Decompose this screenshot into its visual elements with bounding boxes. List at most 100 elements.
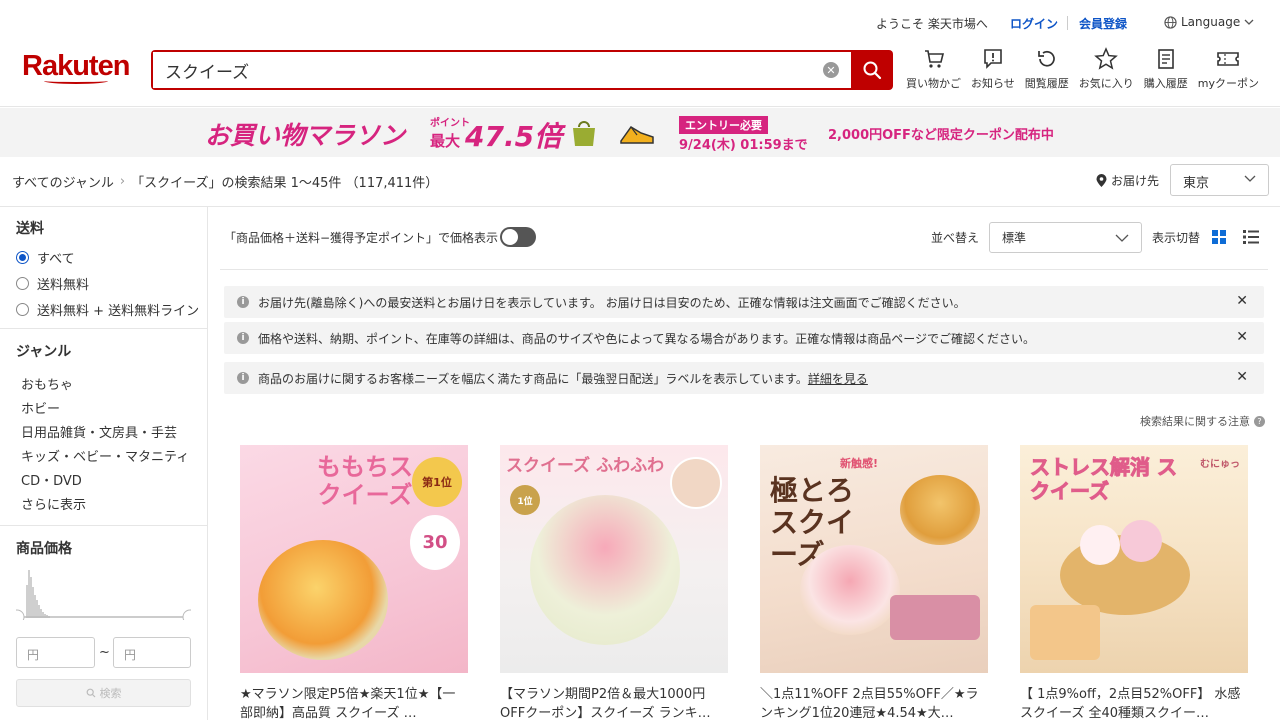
receipt-icon bbox=[1157, 49, 1174, 69]
login-link[interactable]: ログイン bbox=[1010, 15, 1058, 32]
caution-text: 検索結果に関する注意 bbox=[1140, 415, 1250, 428]
language-label: Language bbox=[1181, 15, 1241, 29]
help-icon: ? bbox=[1254, 415, 1265, 427]
info-icon: i bbox=[237, 332, 249, 344]
sidebar-divider bbox=[0, 525, 207, 526]
search-input[interactable] bbox=[153, 52, 793, 88]
banner-rate: 47.5倍 bbox=[465, 120, 563, 153]
nav-label: お知らせ bbox=[971, 77, 1015, 90]
product-card[interactable]: ストレス解消 スクイーズ むにゅっ 【 1点9%off，2点目52%OFF】 水… bbox=[1020, 445, 1248, 720]
chevron-down-icon bbox=[1115, 234, 1129, 242]
radio-checked[interactable] bbox=[16, 251, 29, 264]
range-handle-max[interactable] bbox=[182, 609, 191, 620]
close-icon[interactable]: ✕ bbox=[1236, 329, 1248, 345]
bun-illustration bbox=[1080, 525, 1120, 565]
banner-coupon-text: 2,000円OFFなど限定クーポン配布中 bbox=[828, 128, 1054, 143]
shipping-option-all[interactable]: すべて bbox=[16, 248, 75, 267]
price-range-separator: ~ bbox=[99, 645, 110, 660]
banner-point-label: ポイント bbox=[430, 118, 470, 129]
genre-link[interactable]: 日用品雑貨・文房具・手芸 bbox=[21, 422, 177, 441]
sort-label: 並べ替え bbox=[931, 231, 980, 245]
star-icon bbox=[1094, 47, 1119, 70]
search-button[interactable] bbox=[851, 50, 893, 90]
histogram-bars bbox=[26, 570, 50, 618]
campaign-banner[interactable]: お買い物マラソン ポイント 最大 47.5倍 エントリー必要 9/24(木) 0… bbox=[0, 108, 1280, 157]
banner-date: 9/24(木) 01:59まで bbox=[679, 138, 808, 153]
grid-view-icon[interactable] bbox=[1212, 230, 1226, 244]
divider bbox=[220, 269, 1268, 270]
notice-bar: i 価格や送料、納期、ポイント、在庫等の詳細は、商品のサイズや色によって異なる場… bbox=[224, 322, 1264, 354]
search-box: ✕ bbox=[151, 50, 851, 90]
location-pin-icon bbox=[1096, 174, 1107, 187]
shipping-option-label: 送料無料 bbox=[37, 278, 90, 293]
search-caution-link[interactable]: 検索結果に関する注意 ? bbox=[1140, 413, 1265, 429]
shipping-option-free[interactable]: 送料無料 bbox=[16, 274, 89, 293]
squishy-illustration bbox=[530, 495, 680, 645]
product-name[interactable]: 【 1点9%off，2点目52%OFF】 水感スクイーズ 全40種類スクイー… bbox=[1020, 685, 1248, 720]
product-image[interactable]: 極とろ スクイーズ 新触感! bbox=[760, 445, 988, 673]
nav-history[interactable]: 閲覧履歴 bbox=[1025, 47, 1069, 91]
radio-unchecked[interactable] bbox=[16, 277, 29, 290]
genre-link[interactable]: ホビー bbox=[21, 398, 60, 417]
history-icon bbox=[1037, 50, 1055, 67]
search-icon bbox=[86, 688, 95, 698]
prefecture-select[interactable]: 東京 bbox=[1170, 164, 1269, 196]
product-card[interactable]: ももちスクイーズ 第1位 30 ★マラソン限定P5倍★楽天1位★【一部即納】高品… bbox=[240, 445, 468, 720]
shipping-option-free-line[interactable]: 送料無料 + 送料無料ライン bbox=[16, 300, 199, 319]
range-handle-min[interactable] bbox=[16, 609, 25, 620]
clear-search-icon[interactable]: ✕ bbox=[823, 62, 839, 78]
genre-link[interactable]: CD・DVD bbox=[21, 470, 82, 489]
prefecture-value: 東京 bbox=[1183, 176, 1210, 191]
price-min-input[interactable]: 円 bbox=[16, 637, 95, 668]
nav-notice[interactable]: お知らせ bbox=[971, 47, 1015, 91]
cart-icon bbox=[924, 50, 944, 68]
product-name[interactable]: 【マラソン期間P2倍＆最大1000円OFFクーポン】スクイーズ ランキ… bbox=[500, 685, 728, 720]
list-view-icon[interactable] bbox=[1243, 230, 1259, 244]
language-selector[interactable]: Language bbox=[1164, 15, 1254, 29]
nav-label: myクーポン bbox=[1197, 77, 1260, 90]
nav-purchase-history[interactable]: 購入履歴 bbox=[1144, 47, 1188, 91]
nav-coupon[interactable]: myクーポン bbox=[1198, 47, 1259, 91]
globe-icon bbox=[1164, 15, 1177, 29]
price-display-toggle[interactable] bbox=[500, 227, 536, 247]
nav-label: 買い物かご bbox=[906, 77, 961, 90]
radio-unchecked[interactable] bbox=[16, 303, 29, 316]
register-link[interactable]: 会員登録 bbox=[1079, 15, 1127, 32]
product-card[interactable]: 極とろ スクイーズ 新触感! ＼1点11%OFF 2点目55%OFF／★ランキン… bbox=[760, 445, 988, 720]
new-texture-badge: 新触感! bbox=[840, 457, 879, 470]
product-image[interactable]: ストレス解消 スクイーズ むにゅっ bbox=[1020, 445, 1248, 673]
product-image[interactable]: ももちスクイーズ 第1位 30 bbox=[240, 445, 468, 673]
logo-swoosh bbox=[44, 78, 108, 84]
notice-text: 価格や送料、納期、ポイント、在庫等の詳細は、商品のサイズや色によって異なる場合が… bbox=[258, 331, 1036, 346]
notice-text: お届け先(離島除く)への最安送料とお届け日を表示しています。 お届け日は目安のた… bbox=[258, 295, 966, 310]
details-link[interactable]: 詳細を見る bbox=[808, 370, 868, 387]
variety-badge: 30 bbox=[410, 515, 460, 570]
ranking-badge: 第1位 bbox=[412, 457, 462, 507]
show-more-genres-link[interactable]: さらに表示 bbox=[21, 494, 86, 513]
sidebar-divider bbox=[0, 328, 207, 329]
genre-link[interactable]: おもちゃ bbox=[21, 374, 73, 393]
squishy-illustration bbox=[800, 545, 900, 635]
product-image[interactable]: スクイーズ ふわふわ 1位 bbox=[500, 445, 728, 673]
sort-select[interactable]: 標準 bbox=[989, 222, 1142, 253]
close-icon[interactable]: ✕ bbox=[1236, 369, 1248, 385]
genre-link[interactable]: キッズ・ベビー・マタニティ bbox=[21, 446, 189, 465]
product-name[interactable]: ＼1点11%OFF 2点目55%OFF／★ランキング1位20連冠★4.54★大… bbox=[760, 685, 988, 720]
banner-title: お買い物マラソン bbox=[205, 121, 406, 150]
nav-cart[interactable]: 買い物かご bbox=[906, 47, 961, 91]
price-search-button[interactable]: 検索 bbox=[16, 679, 191, 707]
breadcrumb-root-link[interactable]: すべてのジャンル bbox=[12, 172, 114, 191]
chevron-right-icon: › bbox=[119, 174, 126, 189]
product-card[interactable]: スクイーズ ふわふわ 1位 【マラソン期間P2倍＆最大1000円OFFクーポン】… bbox=[500, 445, 728, 720]
welcome-text: ようこそ 楽天市場へ bbox=[876, 17, 988, 31]
nav-favorite[interactable]: お気に入り bbox=[1079, 47, 1134, 91]
notice-icon bbox=[984, 49, 1002, 69]
nav-label: 閲覧履歴 bbox=[1024, 77, 1069, 90]
shipping-option-label: すべて bbox=[37, 252, 75, 267]
notice-text: 商品のお届けに関するお客様ニーズを幅広く満たす商品に「最強翌日配送」ラベルを表示… bbox=[258, 371, 808, 386]
price-max-input[interactable]: 円 bbox=[113, 637, 191, 668]
chevron-down-icon bbox=[1244, 175, 1256, 182]
pudding-illustration bbox=[900, 475, 980, 545]
product-name[interactable]: ★マラソン限定P5倍★楽天1位★【一部即納】高品質 スクイーズ … bbox=[240, 685, 468, 720]
close-icon[interactable]: ✕ bbox=[1236, 293, 1248, 309]
